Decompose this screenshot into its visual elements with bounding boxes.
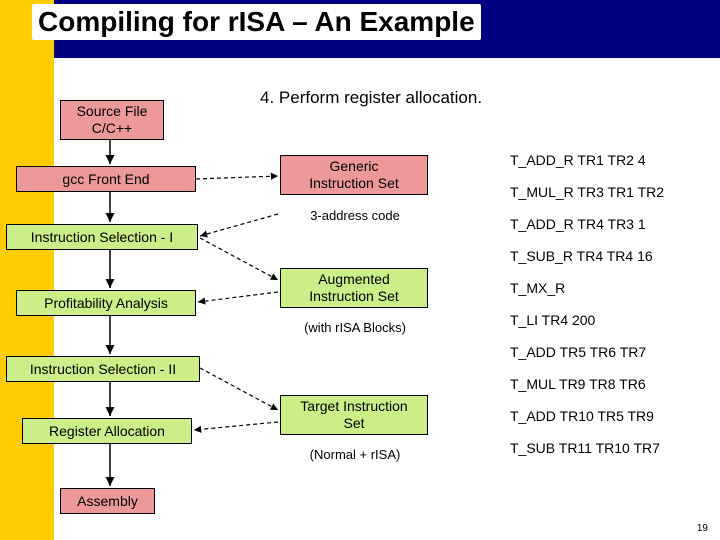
instr-line: T_ADD_R TR1 TR2 4	[510, 152, 646, 168]
box-instruction-selection-1: Instruction Selection - I	[6, 224, 198, 250]
step-caption: 4. Perform register allocation.	[260, 88, 482, 108]
instr-line: T_SUB_R TR4 TR4 16	[510, 248, 653, 264]
box-assembly: Assembly	[60, 488, 155, 514]
instr-line: T_MUL_R TR3 TR1 TR2	[510, 184, 664, 200]
box-generic-iset: Generic Instruction Set	[280, 155, 428, 195]
instr-line: T_LI TR4 200	[510, 312, 595, 328]
box-line: C/C++	[92, 120, 132, 137]
box-line: Set	[343, 415, 364, 432]
title-bar: Compiling for rISA – An Example	[0, 0, 720, 58]
box-augmented-iset: Augmented Instruction Set	[280, 268, 428, 308]
box-target-iset: Target Instruction Set	[280, 395, 428, 435]
box-line: Augmented	[318, 271, 390, 288]
box-line: Source File	[77, 103, 148, 120]
box-instruction-selection-2: Instruction Selection - II	[6, 356, 200, 382]
box-line: Generic	[329, 158, 378, 175]
instr-line: T_SUB TR11 TR10 TR7	[510, 440, 660, 456]
box-register-allocation: Register Allocation	[22, 418, 192, 444]
box-source-file: Source File C/C++	[60, 100, 164, 140]
slide-number: 19	[697, 523, 708, 534]
box-line: Instruction Set	[309, 288, 399, 305]
box-line: Target Instruction	[300, 398, 407, 415]
sub-augmented: (with rISA Blocks)	[290, 320, 420, 335]
instr-line: T_MX_R	[510, 280, 565, 296]
instr-line: T_ADD_R TR4 TR3 1	[510, 216, 646, 232]
box-line: Instruction Set	[309, 175, 399, 192]
box-profitability-analysis: Profitability Analysis	[16, 290, 196, 316]
sub-generic: 3-address code	[300, 208, 410, 223]
instr-line: T_ADD TR5 TR6 TR7	[510, 344, 646, 360]
slide-title: Compiling for rISA – An Example	[32, 4, 481, 40]
box-gcc-front-end: gcc Front End	[16, 166, 196, 192]
instr-line: T_ADD TR10 TR5 TR9	[510, 408, 654, 424]
sub-target: (Normal + rISA)	[290, 447, 420, 462]
instr-line: T_MUL TR9 TR8 TR6	[510, 376, 646, 392]
